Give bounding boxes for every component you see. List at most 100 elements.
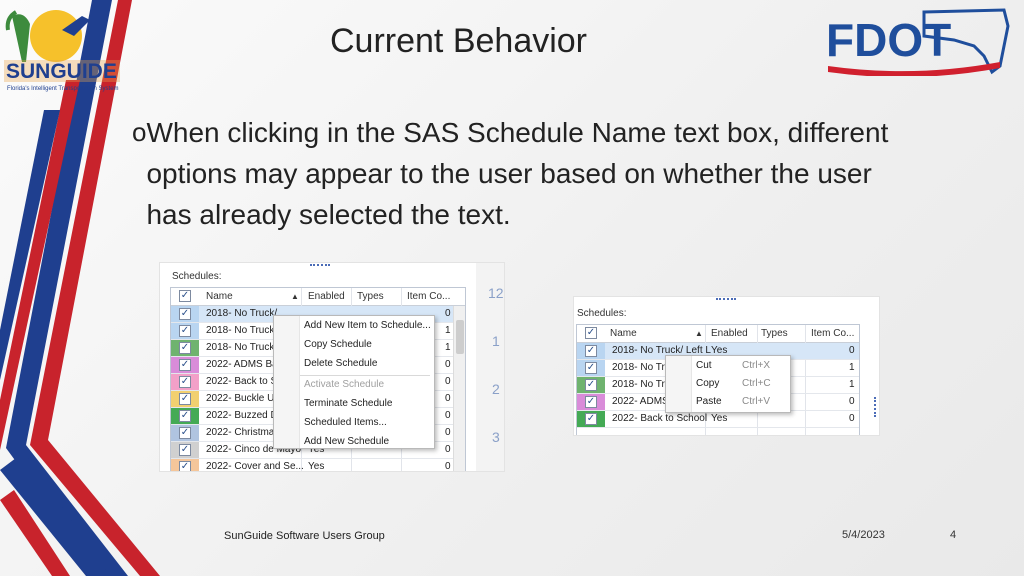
shortcut-label: Ctrl+C (742, 378, 771, 389)
column-types[interactable]: Types (761, 328, 788, 339)
item-count-value: 0 (445, 444, 451, 455)
context-menu-item[interactable]: Copy (696, 378, 719, 389)
side-number: 12 (488, 285, 504, 301)
item-count-value: 1 (849, 379, 855, 390)
column-name[interactable]: Name (206, 291, 233, 302)
row-checkbox[interactable]: ✓ (179, 342, 191, 354)
sunguide-wordmark: SUNGUIDE (6, 60, 117, 83)
schedule-name[interactable]: 2022- Back to S (206, 376, 277, 387)
schedule-name[interactable]: 2022- ADMS Ba (206, 359, 278, 370)
context-menu-item[interactable]: Terminate Schedule (304, 398, 392, 409)
context-menu-item[interactable]: Copy Schedule (304, 339, 372, 350)
row-checkbox[interactable]: ✓ (585, 362, 597, 374)
row-color-cell: ✓ (171, 340, 199, 356)
item-count-value: 0 (445, 427, 451, 438)
row-checkbox[interactable]: ✓ (179, 393, 191, 405)
side-number: 1 (492, 333, 500, 349)
column-item-count[interactable]: Item Co... (407, 291, 450, 302)
row-checkbox[interactable]: ✓ (179, 461, 191, 471)
schedule-name[interactable]: 2018- No Tru (612, 362, 670, 373)
schedule-name[interactable]: 2018- No Trucks (206, 342, 279, 353)
splitter-handle[interactable] (310, 264, 330, 267)
item-count-value: 0 (849, 413, 855, 424)
context-menu-item[interactable]: Delete Schedule (304, 358, 377, 369)
row-color-cell: ✓ (171, 357, 199, 373)
enabled-value: Yes (711, 413, 728, 424)
row-checkbox[interactable]: ✓ (585, 396, 597, 408)
column-enabled[interactable]: Enabled (711, 328, 748, 339)
column-name[interactable]: Name (610, 328, 637, 339)
fdot-logo: FDOT (824, 6, 1014, 78)
row-checkbox[interactable]: ✓ (179, 410, 191, 422)
schedules-label: Schedules: (172, 271, 222, 282)
item-count-value: 0 (445, 393, 451, 404)
context-menu-item[interactable]: Paste (696, 396, 722, 407)
select-all-checkbox[interactable]: ✓ (179, 290, 191, 302)
item-count-value: 0 (849, 396, 855, 407)
row-color-cell: ✓ (171, 323, 199, 339)
sunguide-logo: SUNGUIDE Florida's Intelligent Transport… (4, 2, 124, 97)
row-checkbox[interactable]: ✓ (179, 359, 191, 371)
item-count-value: 0 (445, 461, 451, 472)
schedule-name[interactable]: 2022- Back to School (612, 413, 707, 424)
shortcut-label: Ctrl+X (742, 360, 771, 371)
bullet-text: When clicking in the SAS Schedule Name t… (146, 117, 889, 230)
grid-header: ✓ Name ▲ Enabled Types Item Co... (171, 288, 465, 306)
schedule-name[interactable]: 2022- Buzzed D (206, 410, 278, 421)
row-color-cell: ✓ (577, 411, 605, 427)
schedule-context-menu[interactable]: Add New Item to Schedule... Copy Schedule… (273, 315, 435, 449)
row-checkbox[interactable]: ✓ (179, 427, 191, 439)
row-checkbox[interactable]: ✓ (179, 308, 191, 320)
context-menu-item[interactable]: Add New Item to Schedule... (304, 320, 431, 331)
side-number: 3 (492, 429, 500, 445)
select-all-checkbox[interactable]: ✓ (585, 327, 597, 339)
schedule-name[interactable]: 2018- No Truck/ (206, 308, 277, 319)
row-color-cell: ✓ (171, 391, 199, 407)
text-edit-context-menu[interactable]: Cut Ctrl+X Copy Ctrl+C Paste Ctrl+V (665, 355, 791, 413)
row-checkbox[interactable]: ✓ (179, 444, 191, 456)
enabled-value: Yes (308, 461, 325, 472)
row-color-cell: ✓ (171, 425, 199, 441)
schedule-list-screenshot-right: Schedules: ✓ Name ▲ Enabled Types Item C… (573, 296, 880, 436)
schedule-name[interactable]: 2022- Christmas (206, 427, 279, 438)
item-count-value: 0 (445, 308, 451, 319)
vertical-scrollbar[interactable] (859, 343, 860, 436)
schedule-name[interactable]: 2022- Buckle Up (206, 393, 280, 404)
context-menu-item[interactable]: Cut (696, 360, 712, 371)
splitter-handle[interactable] (716, 298, 736, 301)
row-checkbox[interactable]: ✓ (585, 413, 597, 425)
vertical-scrollbar[interactable] (453, 306, 465, 471)
splitter-handle-vertical[interactable] (874, 397, 877, 417)
scrollbar-thumb[interactable] (456, 320, 464, 354)
context-menu-item[interactable]: Activate Schedule (304, 379, 384, 390)
schedule-name[interactable]: 2022- ADMS (612, 396, 669, 407)
footer-group-name: SunGuide Software Users Group (224, 530, 385, 542)
row-color-cell: ✓ (577, 377, 605, 393)
schedule-name[interactable]: 2018- No Tru (612, 379, 670, 390)
row-checkbox[interactable]: ✓ (179, 325, 191, 337)
item-count-value: 0 (445, 359, 451, 370)
row-color-cell: ✓ (577, 394, 605, 410)
sunguide-tagline: Florida's Intelligent Transportation Sys… (7, 86, 119, 92)
page-number: 4 (950, 529, 957, 541)
row-color-cell: ✓ (171, 408, 199, 424)
row-checkbox[interactable]: ✓ (585, 379, 597, 391)
context-menu-item[interactable]: Add New Schedule (304, 436, 389, 447)
schedule-name[interactable]: 2018- No Truck/ (206, 325, 277, 336)
column-item-count[interactable]: Item Co... (811, 328, 854, 339)
schedule-list-screenshot-left: Schedules: 12 1 2 3 ✓ Name ▲ Enabled Typ… (159, 262, 505, 472)
item-count-value: 0 (445, 376, 451, 387)
schedules-label: Schedules: (577, 308, 627, 319)
side-number: 2 (492, 381, 500, 397)
schedule-name[interactable]: 2022- Cover and Se... (206, 461, 304, 471)
grid-header: ✓ Name ▲ Enabled Types Item Co... (577, 325, 859, 343)
column-types[interactable]: Types (357, 291, 384, 302)
table-row[interactable]: ✓ 2022- Back to School Yes 0 (577, 411, 859, 428)
row-checkbox[interactable]: ✓ (179, 376, 191, 388)
row-checkbox[interactable]: ✓ (585, 345, 597, 357)
bullet-marker: o (132, 117, 147, 147)
table-row[interactable]: ✓ 2022- Cover and Se... Yes 0 (171, 459, 465, 472)
sort-up-icon: ▲ (291, 292, 299, 301)
column-enabled[interactable]: Enabled (308, 291, 345, 302)
context-menu-item[interactable]: Scheduled Items... (304, 417, 387, 428)
